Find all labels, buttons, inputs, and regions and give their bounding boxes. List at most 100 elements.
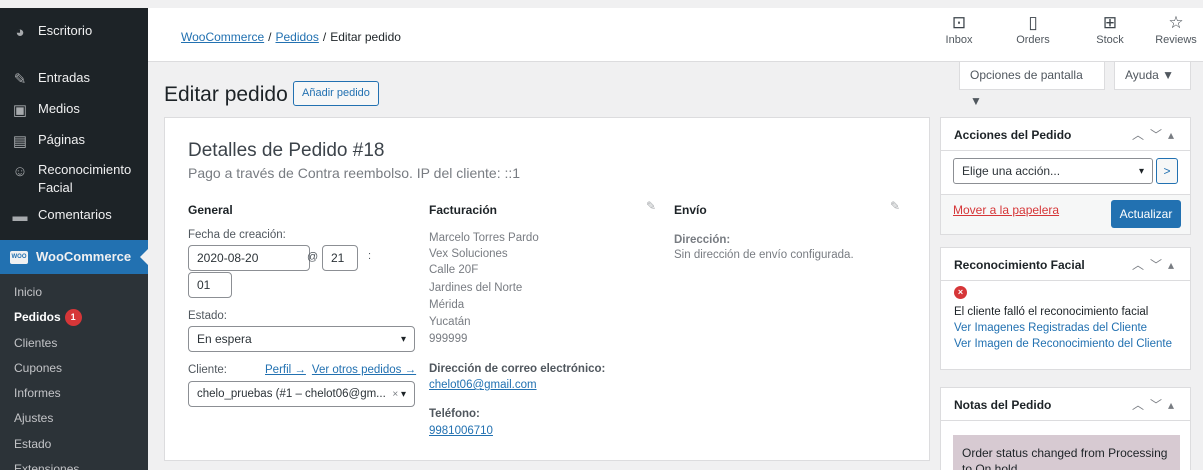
move-to-trash-link[interactable]: Mover a la papelera: [953, 203, 1059, 217]
activity-label: Stock: [1096, 34, 1124, 46]
menu-item-comments[interactable]: ▬ Comentarios: [0, 206, 148, 226]
help-button[interactable]: Ayuda ▼: [1114, 62, 1191, 90]
order-actions-box: Acciones del Pedido ︿﹀▴ Elige una acción…: [940, 117, 1191, 235]
order-details-panel: Detalles de Pedido #18 Pago a través de …: [164, 117, 930, 461]
add-order-button[interactable]: Añadir pedido: [293, 81, 379, 106]
order-date-input[interactable]: 2020-08-20: [188, 245, 310, 271]
woocommerce-submenu: Inicio Pedidos 1 Clientes Cupones Informe…: [0, 274, 148, 470]
submenu-item-customers[interactable]: Clientes: [0, 331, 148, 356]
menu-item-dashboard[interactable]: ◕ Escritorio: [0, 22, 148, 42]
order-heading: Detalles de Pedido #18: [188, 140, 385, 161]
menu-item-pages[interactable]: ▤ Páginas: [0, 131, 148, 151]
billing-address-line: Calle 20F: [429, 264, 479, 276]
toggle-arrow-icon[interactable]: ▴: [1168, 128, 1180, 142]
woo-icon: WOO: [10, 250, 28, 264]
view-recognition-image-link[interactable]: Ver Imagen de Reconocimiento del Cliente: [954, 338, 1172, 350]
pages-icon: ▤: [12, 133, 28, 150]
menu-item-label: WooCommerce: [36, 249, 132, 264]
activity-orders-button[interactable]: ▯ Orders: [1010, 12, 1056, 46]
comment-icon: ▬: [12, 207, 28, 225]
view-registered-images-link[interactable]: Ver Imagenes Registradas del Cliente: [954, 322, 1147, 334]
order-notes-box: Notas del Pedido ︿﹀▴ Order status change…: [940, 387, 1191, 470]
customer-label: Cliente:: [188, 364, 227, 376]
submenu-item-orders[interactable]: Pedidos 1: [0, 305, 148, 330]
activity-inbox-button[interactable]: ⊡ Inbox: [942, 12, 976, 46]
page-title: Editar pedido: [164, 83, 288, 106]
submenu-item-reports[interactable]: Informes: [0, 381, 148, 406]
box-header: Notas del Pedido ︿﹀▴: [941, 388, 1190, 421]
billing-email-link[interactable]: chelot06@gmail.com: [429, 379, 537, 391]
customer-profile-link[interactable]: Perfil →: [265, 364, 306, 376]
order-hour-input[interactable]: 21: [322, 245, 358, 271]
stock-icon: ⊞: [1102, 13, 1118, 32]
woocommerce-header: WooCommerce / Pedidos / Editar pedido ⊡ Inbo…: [148, 8, 1203, 62]
status-label: Estado:: [188, 310, 227, 322]
activity-label: Reviews: [1155, 34, 1197, 46]
edit-billing-pencil-icon[interactable]: ✎: [646, 199, 656, 213]
toggle-arrow-icon[interactable]: ▴: [1168, 258, 1180, 272]
submenu-item-coupons[interactable]: Cupones: [0, 356, 148, 381]
billing-address-line: Jardines del Norte: [429, 282, 523, 294]
orders-icon: ▯: [1028, 13, 1038, 32]
submenu-item-label: Pedidos: [14, 310, 61, 325]
activity-stock-button[interactable]: ⊞ Stock: [1092, 12, 1128, 46]
billing-email-label: Dirección de correo electrónico:: [429, 363, 606, 375]
breadcrumb-orders-link[interactable]: Pedidos: [275, 30, 318, 44]
billing-address-line: 999999: [429, 333, 468, 345]
menu-item-media[interactable]: ▣ Medios: [0, 100, 148, 120]
submenu-item-home[interactable]: Inicio: [0, 280, 148, 305]
menu-item-label: Entradas: [38, 70, 91, 85]
chevron-down-icon: ▾: [400, 333, 406, 345]
time-colon: :: [368, 250, 372, 262]
box-controls: ︿﹀▴: [1132, 256, 1180, 273]
order-status-select[interactable]: En espera ▾: [188, 326, 415, 352]
pin-icon: ✎: [13, 71, 27, 88]
order-minute-input[interactable]: 01: [188, 272, 232, 298]
order-payment-meta: Pago a través de Contra reembolso. IP de…: [188, 165, 521, 181]
submenu-item-extensions[interactable]: Extensiones: [0, 457, 148, 470]
menu-item-label: Reconocimiento Facial: [38, 162, 132, 195]
edit-shipping-pencil-icon[interactable]: ✎: [890, 199, 900, 213]
apply-action-button[interactable]: >: [1156, 158, 1178, 184]
menu-item-face-recognition[interactable]: ☺ Reconocimiento Facial: [0, 161, 148, 197]
billing-phone-link[interactable]: 9981006710: [429, 425, 493, 437]
chevron-down-icon[interactable]: ﹀: [1150, 258, 1168, 272]
activity-label: Orders: [1016, 34, 1050, 46]
menu-item-posts[interactable]: ✎ Entradas: [0, 69, 148, 89]
breadcrumb-woocommerce-link[interactable]: WooCommerce: [181, 30, 264, 44]
general-heading: General: [188, 203, 233, 217]
order-action-value: Elige una acción...: [962, 164, 1061, 178]
toggle-arrow-icon[interactable]: ▴: [1168, 398, 1180, 412]
chevron-up-icon[interactable]: ︿: [1132, 128, 1150, 142]
activity-reviews-button[interactable]: ☆ Reviews: [1152, 12, 1200, 46]
menu-item-label: Comentarios: [38, 207, 112, 222]
chevron-down-icon[interactable]: ﹀: [1150, 398, 1168, 412]
chevron-down-icon[interactable]: ﹀: [1150, 128, 1168, 142]
clear-chevron-controls: × ▾: [392, 388, 406, 400]
clear-customer-icon[interactable]: ×: [392, 389, 398, 400]
activity-label: Inbox: [945, 34, 973, 46]
update-button[interactable]: Actualizar: [1111, 200, 1181, 228]
dashboard-icon: ◕: [15, 23, 25, 41]
creation-date-label: Fecha de creación:: [188, 229, 286, 241]
chevron-up-icon[interactable]: ︿: [1132, 398, 1150, 412]
box-title: Notas del Pedido: [954, 398, 1052, 412]
menu-item-woocommerce[interactable]: WOO WooCommerce: [0, 240, 148, 274]
box-controls: ︿﹀▴: [1132, 396, 1180, 413]
media-icon: ▣: [12, 102, 28, 119]
face-recognition-box: Reconocimiento Facial ︿﹀▴ × El cliente f…: [940, 247, 1191, 370]
customer-select[interactable]: chelo_pruebas (#1 – chelot06@gm... × ▾: [188, 381, 415, 407]
submenu-item-status[interactable]: Estado: [0, 432, 148, 457]
face-recognition-message: El cliente falló el reconocimiento facia…: [954, 306, 1149, 318]
order-action-select[interactable]: Elige una acción... ▾: [953, 158, 1153, 184]
screen-options-button[interactable]: Opciones de pantalla ▼: [959, 62, 1105, 108]
menu-item-label: Medios: [38, 101, 80, 116]
customer-other-orders-link[interactable]: Ver otros pedidos →: [312, 364, 416, 376]
box-header: Acciones del Pedido ︿﹀▴: [941, 118, 1190, 151]
chevron-up-icon[interactable]: ︿: [1132, 258, 1150, 272]
submenu-item-settings[interactable]: Ajustes: [0, 406, 148, 431]
menu-item-label: Escritorio: [38, 23, 93, 38]
box-header: Reconocimiento Facial ︿﹀▴: [941, 248, 1190, 281]
billing-address-line: Mérida: [429, 299, 465, 311]
box-title: Reconocimiento Facial: [954, 258, 1085, 272]
